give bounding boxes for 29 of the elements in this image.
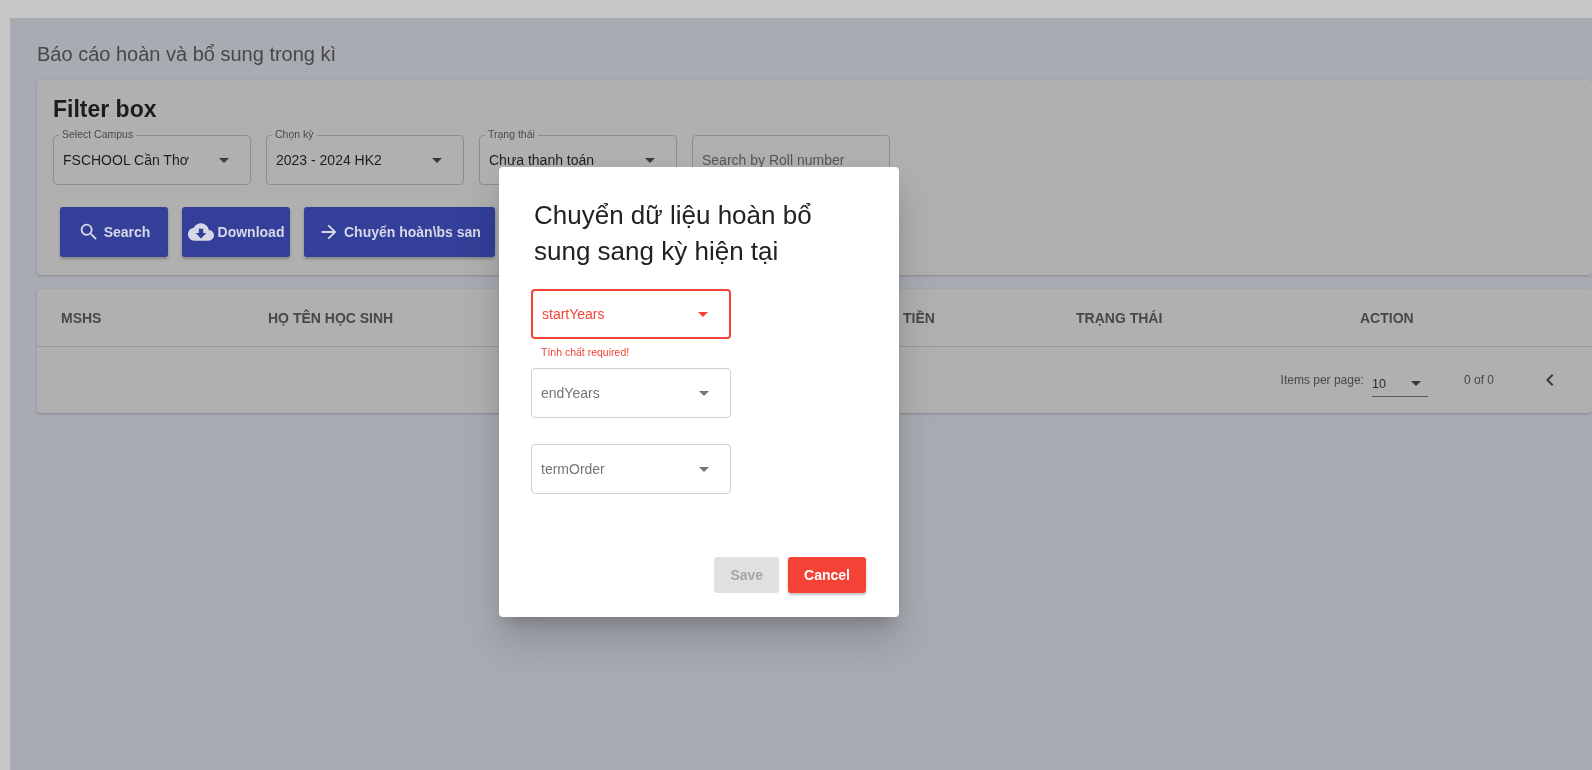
page-range: 0 of 0 xyxy=(1463,373,1494,387)
action-button[interactable]: Search xyxy=(60,207,168,257)
card-title: Filter box xyxy=(53,95,157,124)
column-header: TRẠNG THÁI xyxy=(1076,309,1163,326)
error-message: Tính chất required! xyxy=(541,346,630,358)
field-label: Select Campus xyxy=(59,128,137,141)
select-field[interactable]: termOrder xyxy=(531,444,731,494)
column-header: HỌ TÊN HỌC SINH xyxy=(268,309,394,326)
field-label: Chọn kỳ xyxy=(272,128,317,141)
action-button[interactable]: Chuyển hoàn\bs san xyxy=(304,207,495,257)
action-button[interactable]: Download xyxy=(182,207,290,257)
page-size-select[interactable]: 10 xyxy=(1371,371,1428,397)
page-title: Báo cáo hoàn và bổ sung trong kì xyxy=(37,42,337,66)
column-header: ACTION xyxy=(1360,309,1414,326)
dropdown-caret-icon xyxy=(698,311,708,317)
dialog-title: Chuyển dữ liệu hoàn bổ sung sang kỳ hiện tại xyxy=(534,199,813,268)
column-header: MSHS xyxy=(61,309,102,326)
dropdown-caret-icon xyxy=(219,157,229,163)
column-header: TIỀN xyxy=(903,309,935,326)
dropdown-caret-icon xyxy=(645,157,655,163)
field-label: Trạng thái xyxy=(485,128,538,141)
select-field[interactable]: startYears xyxy=(531,289,731,339)
dropdown-caret-icon xyxy=(699,390,709,396)
items-per-page-label: Items per page: xyxy=(1280,373,1364,387)
dropdown-caret-icon xyxy=(1410,381,1421,386)
select-field[interactable]: endYears xyxy=(531,368,731,418)
dropdown-caret-icon xyxy=(432,157,442,163)
cancel-button[interactable]: Cancel xyxy=(788,557,866,593)
dropdown-caret-icon xyxy=(699,466,709,472)
